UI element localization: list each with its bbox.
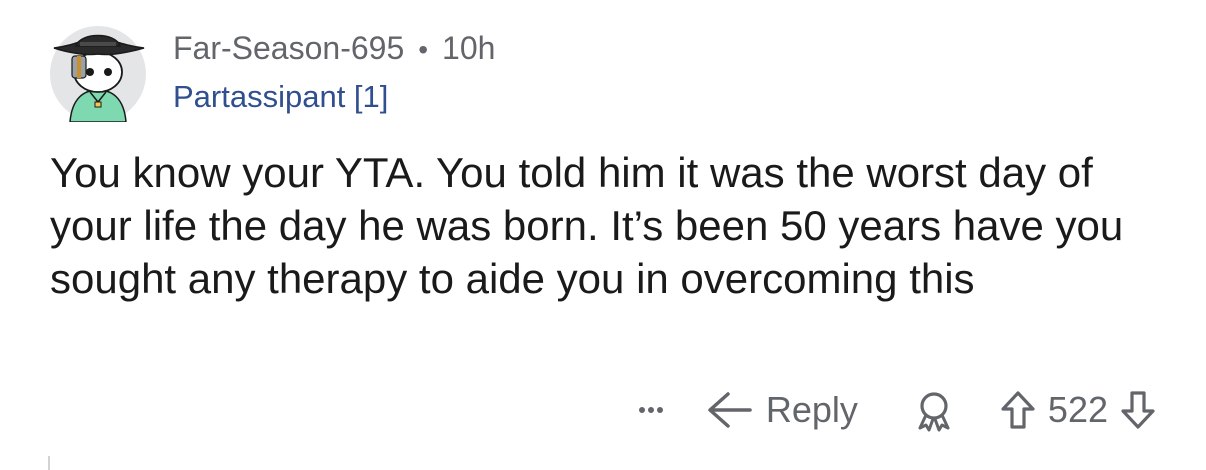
downvote-arrow-icon[interactable] <box>1120 390 1156 430</box>
vote-controls: 522 <box>1000 384 1156 436</box>
meta-separator: • <box>418 34 429 65</box>
comment-meta: Far-Season-695 • 10h <box>173 26 495 72</box>
award-icon[interactable] <box>912 384 956 436</box>
more-dots-icon[interactable] <box>638 384 664 436</box>
comment-body: You know your YTA. You told him it was t… <box>50 149 1124 302</box>
username[interactable]: Far-Season-695 <box>173 26 404 70</box>
comment-actions: Reply 522 <box>638 384 1156 436</box>
upvote-arrow-icon[interactable] <box>1000 390 1036 430</box>
thread-line <box>48 456 50 470</box>
avatar[interactable] <box>50 26 146 123</box>
reply-button[interactable]: Reply <box>706 384 858 436</box>
user-flair: Partassipant [1] <box>173 79 389 114</box>
comment-age: 10h <box>442 30 496 66</box>
reply-arrow-icon <box>706 390 754 430</box>
vote-score: 522 <box>1047 389 1108 430</box>
reply-label: Reply <box>765 389 858 430</box>
